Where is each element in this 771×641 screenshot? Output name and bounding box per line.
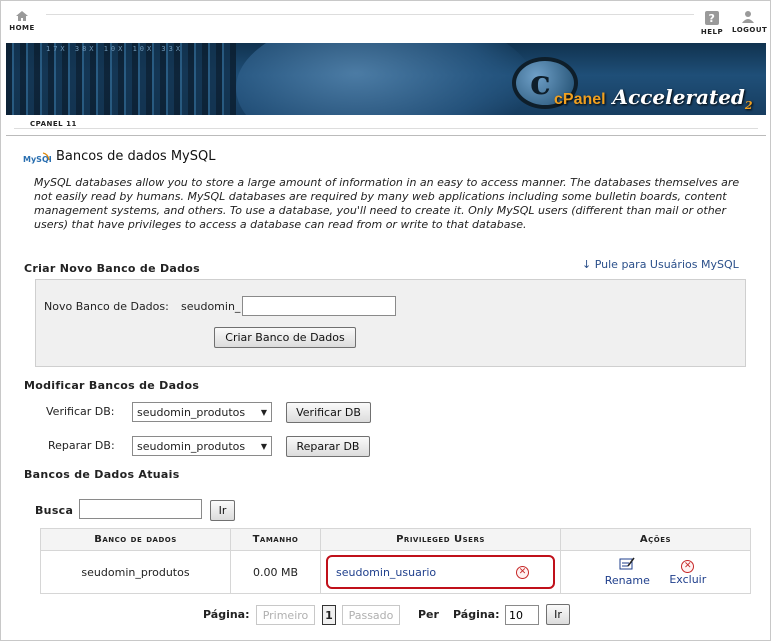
help-label: HELP [700,28,724,36]
column-header-size[interactable]: Tamanho [230,528,321,551]
globe-graphic [236,43,536,115]
home-icon [16,11,28,21]
pager-first-button[interactable]: Primeiro [256,605,315,625]
db-prefix: seudomin_ [181,300,241,313]
check-db-selected: seudomin_produtos [137,405,246,419]
page-intro: MySQL databases allow you to store a lar… [34,176,740,231]
chevron-down-icon: ▼ [260,407,267,417]
breadcrumb-divider [14,128,758,129]
create-db-heading: Criar Novo Banco de Dados [24,262,201,275]
rename-label: Rename [604,574,650,587]
table-row: seudomin_produtos 0.00 MB seudomin_usuar… [40,550,751,594]
svg-text:MySQL: MySQL [23,155,51,164]
privileged-users-cell: seudomin_usuario ✕ [320,550,561,594]
column-header-actions: Ações [560,528,751,551]
new-db-label: Novo Banco de Dados: [44,300,169,313]
logout-button[interactable]: LOGOUT [732,10,768,34]
cpanel-logo: cPanel Accelerated2 [554,85,753,112]
check-db-select[interactable]: seudomin_produtos ▼ [132,402,272,422]
delete-label: Excluir [669,573,707,586]
per-label: Per [418,608,439,621]
mysql-icon: MySQL [23,151,54,165]
table-header-row: Banco de dados Tamanho Privileged Users … [40,528,751,551]
home-button[interactable]: HOME [6,10,38,32]
repair-db-selected: seudomin_produtos [137,439,246,453]
help-icon: ? [705,11,719,25]
per-page-label: Página: [453,608,500,621]
pager-current-page[interactable]: 1 [322,605,336,625]
search-go-button[interactable]: Ir [210,500,235,521]
search-input[interactable] [79,499,202,519]
pager-page-label: Página: [203,608,250,621]
svg-text:?: ? [709,12,716,25]
logout-icon [742,11,754,23]
repair-db-button[interactable]: Reparar DB [286,436,370,457]
column-header-users: Privileged Users [320,528,561,551]
logout-label: LOGOUT [732,26,768,34]
column-header-database[interactable]: Banco de dados [40,528,231,551]
breadcrumb: CPANEL 11 [6,116,766,136]
check-db-label: Verificar DB: [46,405,115,418]
create-db-button[interactable]: Criar Banco de Dados [214,327,356,348]
db-name-cell: seudomin_produtos [40,550,231,594]
db-size-cell: 0.00 MB [230,550,321,594]
repair-db-label: Reparar DB: [48,439,115,452]
per-page-go-button[interactable]: Ir [546,604,570,625]
breadcrumb-tab[interactable]: CPANEL 11 [26,120,81,128]
actions-cell: Rename ✕ Excluir [560,550,751,594]
delete-db-button[interactable]: ✕ Excluir [669,558,706,586]
rename-icon [619,557,635,570]
rename-db-button[interactable]: Rename [605,557,650,587]
jump-to-mysql-users-link[interactable]: ↓ Pule para Usuários MySQL [582,258,739,271]
top-nav-divider [46,14,694,15]
per-page-input[interactable] [505,605,539,625]
help-button[interactable]: ? HELP [696,10,728,36]
pager-last-button[interactable]: Passado [342,605,400,625]
new-db-name-input[interactable] [242,296,396,316]
search-label: Busca [35,504,74,517]
cpanel-banner: 17X 38X 10X 10X 33X c cPanel Accelerated… [6,43,766,115]
brand-version: 2 [744,99,753,112]
create-db-panel [35,279,746,367]
delete-icon: ✕ [681,560,695,573]
highlighted-user-box: seudomin_usuario ✕ [326,555,555,589]
brand-cp: cPanel [554,91,606,108]
server-racks-graphic [6,43,236,115]
check-db-button[interactable]: Verificar DB [286,402,371,423]
repair-db-select[interactable]: seudomin_produtos ▼ [132,436,272,456]
privileged-user-link[interactable]: seudomin_usuario [336,566,436,579]
chevron-down-icon: ▼ [260,441,267,451]
modify-db-heading: Modificar Bancos de Dados [24,379,200,392]
top-nav: HOME ? HELP LOGOUT [6,4,768,40]
brand-text: Accelerated [605,85,745,109]
home-label: HOME [9,24,35,32]
banner-ticker: 17X 38X 10X 10X 33X [46,45,184,53]
current-dbs-heading: Bancos de Dados Atuais [24,468,180,481]
databases-table: Banco de dados Tamanho Privileged Users … [40,528,751,594]
page-title: Bancos de dados MySQL [56,149,216,164]
remove-user-icon[interactable]: ✕ [516,565,529,579]
